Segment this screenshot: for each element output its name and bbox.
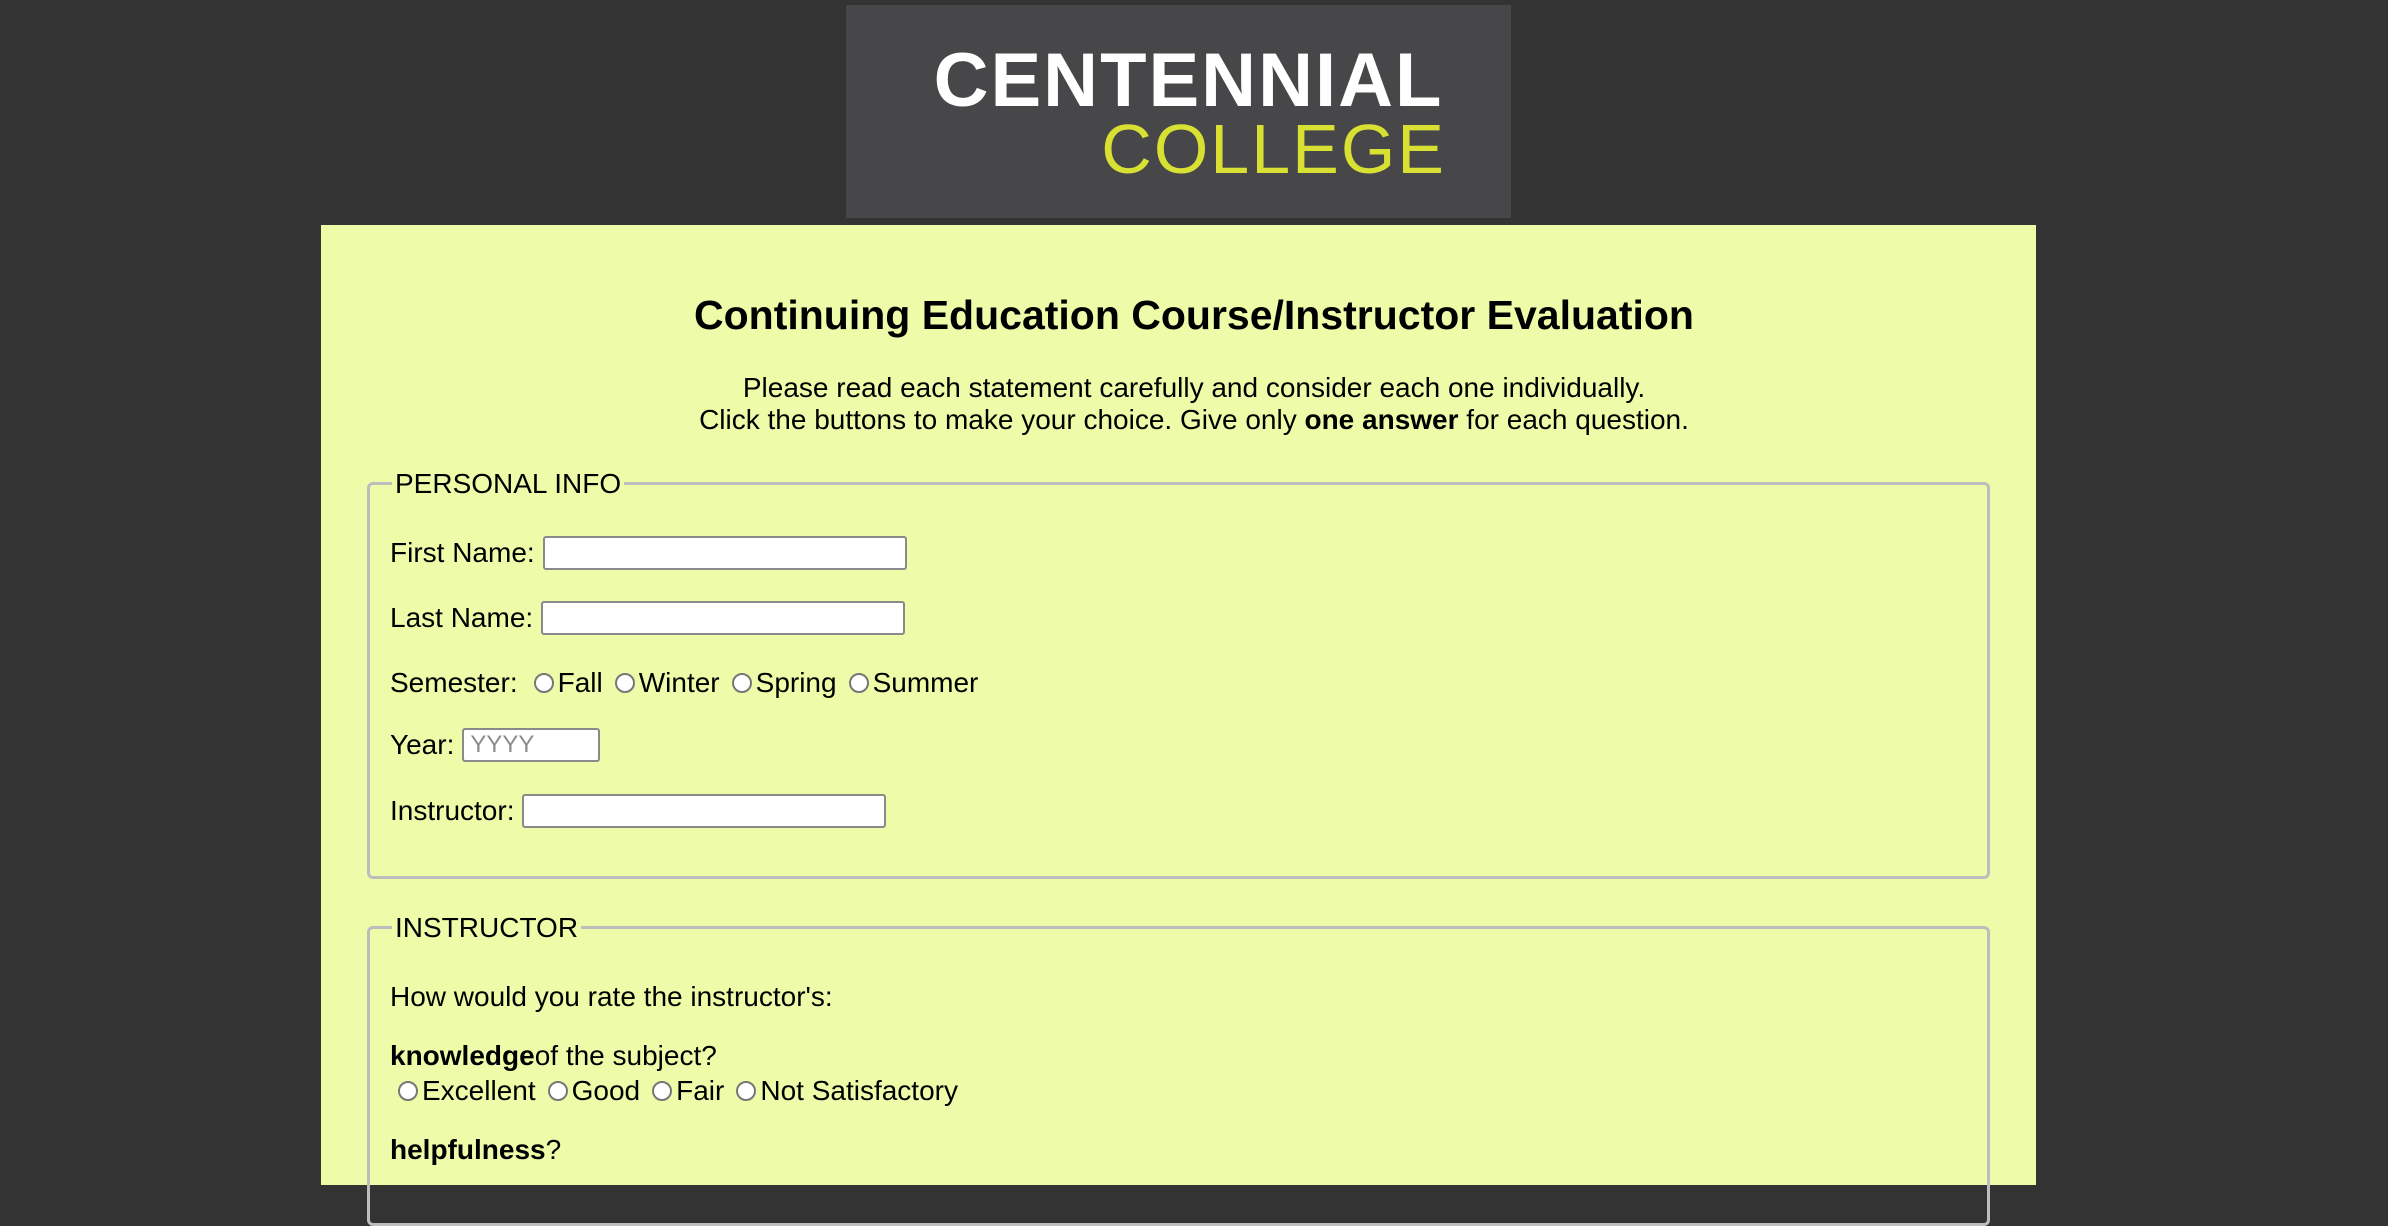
first-name-label: First Name: bbox=[390, 537, 535, 568]
intro-line-2-emphasis: one answer bbox=[1304, 404, 1459, 435]
semester-row: Semester: Fall Winter Spring Summer bbox=[390, 666, 978, 700]
semester-option-summer: Summer bbox=[872, 667, 979, 698]
instructor-legend: INSTRUCTOR bbox=[392, 912, 582, 944]
question-knowledge-keyword: knowledge bbox=[390, 1040, 535, 1071]
semester-radio-summer[interactable] bbox=[848, 673, 869, 693]
semester-radio-winter[interactable] bbox=[614, 673, 635, 693]
semester-option-spring: Spring bbox=[755, 667, 837, 698]
year-input[interactable] bbox=[462, 728, 601, 762]
last-name-input[interactable] bbox=[541, 601, 906, 635]
question-helpfulness: helpfulness? bbox=[390, 1133, 561, 1167]
knowledge-radio-good[interactable] bbox=[547, 1081, 568, 1101]
instructor-label: Instructor: bbox=[390, 795, 515, 826]
instructor-input[interactable] bbox=[522, 794, 887, 828]
intro-line-1: Please read each statement carefully and… bbox=[742, 372, 1646, 403]
college-logo: CENTENNIAL COLLEGE bbox=[846, 5, 1511, 218]
first-name-row: First Name: bbox=[390, 536, 907, 570]
intro-line-2-suffix: for each question. bbox=[1458, 404, 1689, 435]
question-knowledge-rest: of the subject? bbox=[534, 1040, 717, 1071]
intro-line-2-prefix: Click the buttons to make your choice. G… bbox=[699, 404, 1305, 435]
knowledge-rating-row: Excellent Good Fair Not Satisfactory bbox=[390, 1074, 958, 1108]
last-name-row: Last Name: bbox=[390, 601, 906, 635]
knowledge-radio-excellent[interactable] bbox=[398, 1081, 418, 1101]
year-row: Year: bbox=[390, 728, 601, 762]
semester-radio-fall[interactable] bbox=[533, 673, 554, 693]
knowledge-option-fair: Fair bbox=[676, 1075, 725, 1106]
knowledge-radio-not-satisfactory[interactable] bbox=[736, 1081, 757, 1101]
instructor-question-intro: How would you rate the instructor's: bbox=[390, 980, 833, 1014]
logo-text-centennial: CENTENNIAL bbox=[933, 38, 1444, 123]
semester-label: Semester: bbox=[390, 667, 518, 698]
intro-line-2: Click the buttons to make your choice. G… bbox=[0, 404, 2388, 436]
knowledge-option-not-satisfactory: Not Satisfactory bbox=[760, 1075, 958, 1106]
knowledge-option-good: Good bbox=[571, 1075, 641, 1106]
knowledge-option-excellent: Excellent bbox=[422, 1075, 536, 1106]
page-title: Continuing Education Course/Instructor E… bbox=[694, 292, 1694, 338]
last-name-label: Last Name: bbox=[390, 602, 534, 633]
personal-info-legend: PERSONAL INFO bbox=[392, 468, 625, 500]
intro-text: Please read each statement carefully and… bbox=[0, 372, 2388, 436]
semester-radio-spring[interactable] bbox=[731, 673, 752, 693]
first-name-input[interactable] bbox=[542, 536, 907, 570]
year-label: Year: bbox=[390, 729, 455, 760]
knowledge-radio-fair[interactable] bbox=[652, 1081, 673, 1101]
semester-option-fall: Fall bbox=[557, 667, 603, 698]
instructor-question-intro-text: How would you rate the instructor's: bbox=[390, 981, 833, 1012]
question-knowledge: knowledge of the subject? bbox=[390, 1039, 717, 1073]
logo-text-college: COLLEGE bbox=[1101, 110, 1446, 188]
instructor-name-row: Instructor: bbox=[390, 794, 887, 828]
question-helpfulness-keyword: helpfulness bbox=[390, 1134, 546, 1165]
question-helpfulness-rest: ? bbox=[545, 1134, 562, 1165]
semester-option-winter: Winter bbox=[638, 667, 720, 698]
